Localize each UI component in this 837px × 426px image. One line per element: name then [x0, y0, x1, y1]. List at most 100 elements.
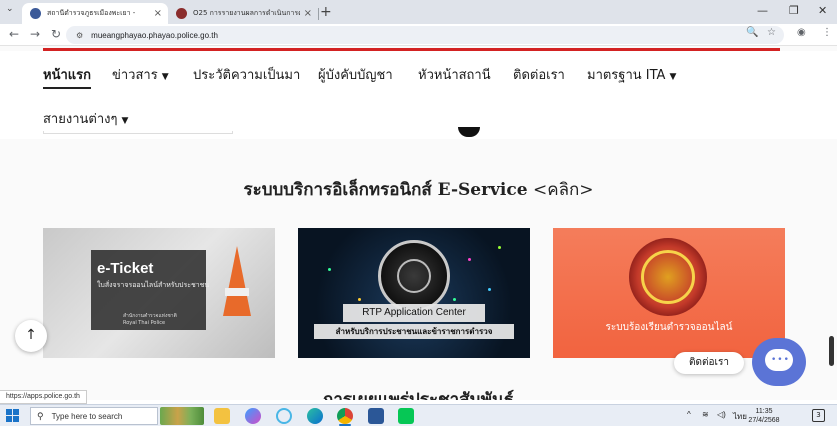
eservice-heading[interactable]: ระบบบริการอิเล็กทรอนิกส์ E-Service <คลิก… — [0, 176, 837, 203]
sparkle — [453, 298, 456, 301]
royal-thai-police-seal-icon — [378, 240, 450, 312]
contact-us-pill[interactable]: ติดต่อเรา — [674, 352, 744, 374]
chevron-down-icon: ▼ — [669, 72, 677, 82]
nav-home[interactable]: หน้าแรก — [43, 64, 91, 89]
forward-arrow-icon[interactable]: → — [30, 27, 40, 41]
sparkle — [358, 298, 361, 301]
eticket-subtitle: ใบสั่งจราจรออนไลน์สำหรับประชาชน — [97, 281, 210, 289]
react-icon[interactable] — [276, 408, 292, 424]
nav-contact[interactable]: ติดต่อเรา — [513, 64, 565, 85]
copilot-icon[interactable] — [245, 408, 261, 424]
close-tab-icon[interactable]: × — [304, 8, 312, 19]
clock-date: 27/4/2568 — [748, 417, 780, 424]
nav-station-chief[interactable]: หัวหน้าสถานี — [418, 64, 491, 85]
eticket-card[interactable]: e-Ticket ใบสั่งจราจรออนไลน์สำหรับประชาชน… — [43, 228, 275, 358]
sparkle — [498, 246, 501, 249]
restore-icon[interactable]: ❐ — [789, 4, 799, 17]
seal-inner-ring — [397, 259, 431, 293]
cone-stripe — [225, 288, 249, 296]
tab-divider — [318, 8, 319, 20]
nav-commanders[interactable]: ผู้บังคับบัญชา — [318, 64, 393, 85]
decorative-shape — [458, 127, 480, 137]
menu-dots-icon[interactable]: ⋮ — [822, 27, 832, 38]
network-icon[interactable]: ≋ — [702, 410, 709, 419]
zoom-icon[interactable]: 🔍 — [746, 27, 758, 38]
tab-inactive[interactable]: O25 การรายงานผลการดำเนินการตา × — [168, 3, 318, 24]
word-icon[interactable] — [368, 408, 384, 424]
profile-icon[interactable]: ◉ — [797, 27, 806, 38]
windows-start-icon[interactable] — [6, 409, 20, 423]
nav-label: ข่าวสาร — [112, 68, 158, 83]
close-tab-icon[interactable]: × — [154, 8, 162, 19]
seal-ring — [641, 250, 695, 304]
nav-label: หน้าแรก — [43, 68, 91, 83]
tab-title: O25 การรายงานผลการดำเนินการตา — [193, 9, 300, 17]
heading-click-link[interactable]: <คลิก> — [533, 180, 594, 200]
address-bar[interactable]: ⚙ mueangphayao.phayao.police.go.th — [66, 26, 784, 44]
page-scrollbar[interactable] — [829, 336, 834, 366]
speaker-icon[interactable]: ◁) — [717, 410, 726, 419]
nav-ita[interactable]: มาตรฐาน ITA ▼ — [587, 64, 676, 85]
close-window-icon[interactable]: ✕ — [818, 4, 827, 17]
tray-chevron-icon[interactable]: ^ — [687, 410, 691, 419]
nav-departments[interactable]: สายงานต่างๆ ▼ — [43, 108, 128, 129]
tab-title: สถานีตำรวจภูธรเมืองพะเยา - — [47, 9, 136, 17]
heading-bold: ระบบบริการอิเล็กทรอนิกส์ E-Service — [243, 180, 528, 200]
chevron-down-icon: ▼ — [121, 116, 129, 126]
sparkle — [468, 258, 471, 261]
content-strip — [0, 127, 837, 139]
minimize-icon[interactable]: — — [757, 4, 768, 17]
rtp-subtitle: สำหรับบริการประชาชนและข้าราชการตำรวจ — [314, 324, 514, 339]
chat-dots-icon: ••• — [771, 355, 790, 365]
accent-red-bar — [43, 48, 780, 51]
new-tab-plus-icon[interactable]: + — [320, 4, 332, 20]
scroll-to-top-arrow-icon[interactable]: ↑ — [15, 320, 47, 352]
chat-button[interactable]: ••• — [752, 338, 806, 386]
line-icon[interactable] — [398, 408, 414, 424]
url-text: mueangphayao.phayao.police.go.th — [91, 30, 218, 40]
nav-label: ประวัติความเป็นมา — [193, 68, 301, 83]
rtp-app-center-card[interactable]: RTP Application Center สำหรับบริการประชา… — [298, 228, 530, 358]
browser-tab-bar: ⌄ สถานีตำรวจภูธรเมืองพะเยา - × O25 การรา… — [0, 0, 837, 24]
edge-icon[interactable] — [307, 408, 323, 424]
widgets-weather-icon[interactable] — [160, 407, 204, 425]
nav-label: ติดต่อเรา — [513, 68, 565, 83]
police-complaint-card[interactable]: ระบบร้องเรียนตำรวจออนไลน์ — [553, 228, 785, 358]
reload-icon[interactable]: ↻ — [51, 27, 61, 41]
nav-label: สายงานต่างๆ — [43, 112, 118, 127]
sparkle — [328, 268, 331, 271]
publicity-heading: การเผยแพร่ประชาสัมพันธ์ — [323, 390, 514, 400]
notification-center-icon[interactable]: 3 — [812, 409, 825, 422]
search-box-edge — [43, 131, 233, 134]
police-favicon-icon — [30, 8, 41, 19]
eticket-org: สำนักงานตำรวจแห่งชาติ Royal Thai Police — [123, 313, 177, 326]
chevron-down-icon: ▼ — [161, 72, 169, 82]
nav-label: หัวหน้าสถานี — [418, 68, 491, 83]
tab-active[interactable]: สถานีตำรวจภูธรเมืองพะเยา - × — [22, 3, 168, 24]
rtp-title: RTP Application Center — [343, 304, 485, 322]
taskbar-search-input[interactable]: ⚲ Type here to search — [30, 407, 158, 425]
sparkle — [488, 288, 491, 291]
main-navigation: หน้าแรก ข่าวสาร ▼ ประวัติความเป็นมา ผู้บั… — [0, 51, 837, 131]
nav-history[interactable]: ประวัติความเป็นมา — [193, 64, 300, 85]
file-explorer-icon[interactable] — [214, 408, 230, 424]
webpage: หน้าแรก ข่าวสาร ▼ ประวัติความเป็นมา ผู้บั… — [0, 46, 837, 400]
bookmark-star-icon[interactable]: ☆ — [767, 27, 776, 38]
ita-favicon-icon — [176, 8, 187, 19]
nav-label: มาตรฐาน ITA — [587, 68, 666, 83]
nav-label: ผู้บังคับบัญชา — [318, 68, 393, 83]
clock-time: 11:35 — [755, 408, 773, 415]
tab-list-chevron-icon[interactable]: ⌄ — [6, 4, 14, 14]
system-clock[interactable]: 11:35 27/4/2568 — [744, 407, 784, 425]
back-arrow-icon[interactable]: ← — [9, 27, 19, 41]
search-icon: ⚲ — [37, 410, 44, 421]
site-info-icon[interactable]: ⚙ — [76, 31, 83, 40]
eticket-panel: e-Ticket ใบสั่งจราจรออนไลน์สำหรับประชาชน… — [91, 250, 210, 330]
link-status-bar: https://apps.police.go.th — [0, 390, 87, 404]
chrome-icon[interactable] — [337, 408, 353, 424]
windows-taskbar: ⚲ Type here to search ^ ≋ ◁) ไทย 11:35 2… — [0, 404, 837, 426]
browser-toolbar: ← → ↻ ⚙ mueangphayao.phayao.police.go.th… — [0, 24, 837, 46]
nav-news[interactable]: ข่าวสาร ▼ — [112, 64, 169, 85]
traffic-cone-icon — [223, 246, 251, 316]
complaint-label: ระบบร้องเรียนตำรวจออนไลน์ — [605, 322, 733, 333]
